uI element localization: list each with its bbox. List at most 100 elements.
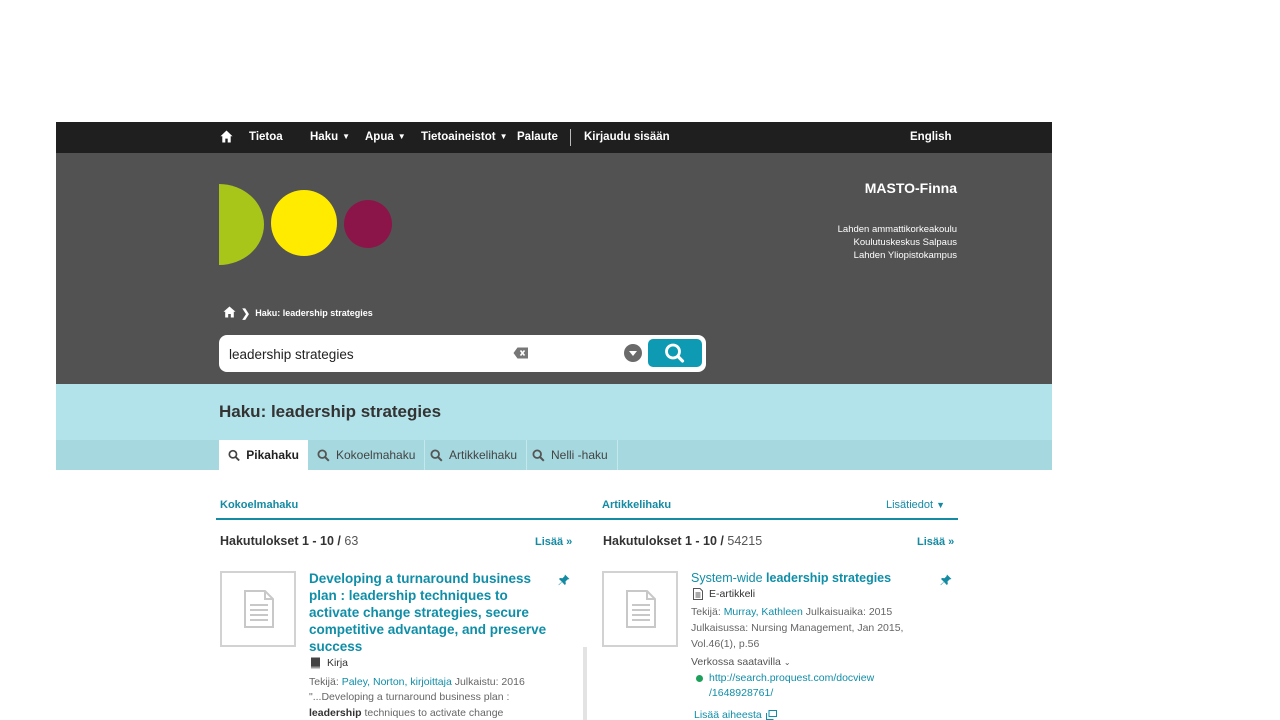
results-total: 54215 <box>727 534 763 548</box>
result-title[interactable]: Developing a turnaround business plan : … <box>309 570 549 655</box>
details-toggle[interactable]: Lisätiedot ▼ <box>886 499 945 511</box>
tab-pikahaku[interactable]: Pikahaku <box>219 440 308 470</box>
snippet-text: techniques to activate change <box>364 707 504 719</box>
related-topics-link[interactable]: Lisää aiheesta <box>694 709 777 720</box>
organization-name: Lahden ammattikorkeakoulu <box>837 224 957 235</box>
nav-item-apua[interactable]: Apua ▼ <box>365 131 406 143</box>
availability-dot <box>696 675 703 682</box>
details-toggle-label: Lisätiedot <box>886 499 934 511</box>
top-navigation: Tietoa Haku ▼ Apua ▼ Tietoaineistot ▼ Palau… <box>56 122 1052 153</box>
left-results-count: Hakutulokset 1 - 10 / 63 <box>220 534 359 548</box>
search-icon <box>430 448 443 462</box>
right-results-count: Hakutulokset 1 - 10 / 54215 <box>603 534 763 548</box>
tab-nelli-haku[interactable]: Nelli -haku <box>523 440 618 470</box>
left-more-link[interactable]: Lisää » <box>535 536 572 548</box>
organization-name: Koulutuskeskus Salpaus <box>853 237 957 248</box>
url-text: http://search.proquest.com/docview <box>709 672 875 684</box>
home-icon[interactable] <box>223 306 236 320</box>
search-icon <box>532 448 545 462</box>
snippet-highlight: leadership <box>309 707 362 719</box>
related-label: Lisää aiheesta <box>694 709 762 720</box>
online-label: Verkossa saatavilla <box>691 656 781 668</box>
document-icon <box>626 590 656 628</box>
result-format: Kirja <box>310 657 348 669</box>
organization-list: Lahden ammattikorkeakoulu Koulutuskeskus… <box>838 223 957 262</box>
chevron-right-icon: ❯ <box>241 307 251 320</box>
fulltext-link[interactable]: http://search.proquest.com/docview /1648… <box>709 671 874 701</box>
site-logo[interactable] <box>219 184 394 265</box>
results-range: Hakutulokset 1 - 10 <box>603 534 717 548</box>
search-icon <box>317 448 330 462</box>
screenshot-frame: Tietoa Haku ▼ Apua ▼ Tietoaineistot ▼ Palau… <box>56 122 1052 720</box>
result-title[interactable]: System-wide leadership strategies <box>691 570 921 586</box>
source-label: Julkaisussa: <box>691 622 749 634</box>
search-options-dropdown[interactable] <box>624 344 642 362</box>
clear-search-icon[interactable] <box>513 346 529 364</box>
caret-down-icon: ▼ <box>342 132 351 141</box>
result-meta: Tekijä: Murray, Kathleen Julkaisuaika: 2… <box>691 604 931 652</box>
caret-down-icon: ▼ <box>397 132 406 141</box>
nav-item-haku-label: Haku <box>310 131 339 143</box>
login-link[interactable]: Kirjaudu sisään <box>584 131 670 143</box>
format-label: Kirja <box>327 657 349 669</box>
column-separator <box>583 647 587 720</box>
format-label: E-artikkeli <box>709 588 756 600</box>
date-value: 2015 <box>868 606 893 618</box>
published-year: 2016 <box>501 676 525 688</box>
url-text: /1648928761/ <box>709 687 774 699</box>
published-label: Julkaistu: <box>454 676 499 688</box>
author-link[interactable]: Paley, Norton, kirjoittaja <box>342 676 452 688</box>
search-button[interactable] <box>648 339 702 367</box>
author-link[interactable]: Murray, Kathleen <box>724 606 803 618</box>
language-link[interactable]: English <box>910 131 952 143</box>
tab-label: Kokoelmahaku <box>336 448 416 462</box>
title-text: System-wide <box>691 571 763 585</box>
results-range: Hakutulokset 1 - 10 <box>220 534 334 548</box>
online-availability-toggle[interactable]: Verkossa saatavilla ⌄ <box>691 656 791 668</box>
search-box <box>219 335 706 372</box>
nav-item-palaute[interactable]: Palaute <box>517 131 558 143</box>
caret-down-icon: ▼ <box>936 500 946 510</box>
author-label: Tekijä: <box>309 676 339 688</box>
source-value: Nursing Management, Jan 2015, <box>751 622 904 634</box>
document-icon <box>244 590 274 628</box>
search-input[interactable] <box>229 344 509 364</box>
right-more-link[interactable]: Lisää » <box>917 536 954 548</box>
article-icon <box>693 588 703 600</box>
search-icon <box>228 449 240 461</box>
result-thumbnail[interactable] <box>602 571 678 647</box>
pin-icon[interactable] <box>558 573 570 591</box>
home-icon[interactable] <box>220 130 233 146</box>
column-heading-artikkelihaku[interactable]: Artikkelihaku <box>602 499 671 511</box>
organization-name: Lahden Yliopistokampus <box>853 250 957 261</box>
book-icon <box>311 657 320 669</box>
date-label: Julkaisuaika: <box>805 606 866 618</box>
tab-kokoelmahaku[interactable]: Kokoelmahaku <box>308 440 426 470</box>
nav-item-haku[interactable]: Haku ▼ <box>310 131 350 143</box>
results-total: 63 <box>344 534 359 548</box>
page-title: Haku: leadership strategies <box>219 402 442 421</box>
caret-down-icon: ▼ <box>499 132 508 141</box>
site-header: MASTO-Finna Lahden ammattikorkeakoulu Ko… <box>56 153 1052 384</box>
source-value: Vol.46(1), p.56 <box>691 638 760 650</box>
search-title-band: Haku: leadership strategies Pikahaku Kok… <box>56 384 1052 470</box>
nav-item-apua-label: Apua <box>365 131 394 143</box>
nav-item-tietoaineistot-label: Tietoaineistot <box>421 131 496 143</box>
tab-label: Nelli -haku <box>551 448 608 462</box>
pin-icon[interactable] <box>940 573 952 591</box>
snippet-text: "...Developing a turnaround business pla… <box>309 691 510 703</box>
tab-label: Pikahaku <box>246 448 299 462</box>
breadcrumb: ❯ Haku: leadership strategies <box>223 306 373 320</box>
search-tabs: Pikahaku Kokoelmahaku Artikkelihaku Nell… <box>56 440 1052 470</box>
column-heading-kokoelmahaku[interactable]: Kokoelmahaku <box>220 499 298 511</box>
nav-item-tietoa[interactable]: Tietoa <box>249 131 283 143</box>
tab-artikkelihaku[interactable]: Artikkelihaku <box>421 440 528 470</box>
result-thumbnail[interactable] <box>220 571 296 647</box>
result-format: E-artikkeli <box>693 588 755 600</box>
breadcrumb-current: Haku: leadership strategies <box>255 308 373 318</box>
brand-title: MASTO-Finna <box>864 180 957 196</box>
title-highlight: leadership strategies <box>766 571 892 585</box>
result-meta: Tekijä: Paley, Norton, kirjoittaja Julka… <box>309 674 525 690</box>
author-label: Tekijä: <box>691 606 721 618</box>
nav-item-tietoaineistot[interactable]: Tietoaineistot ▼ <box>421 131 507 143</box>
